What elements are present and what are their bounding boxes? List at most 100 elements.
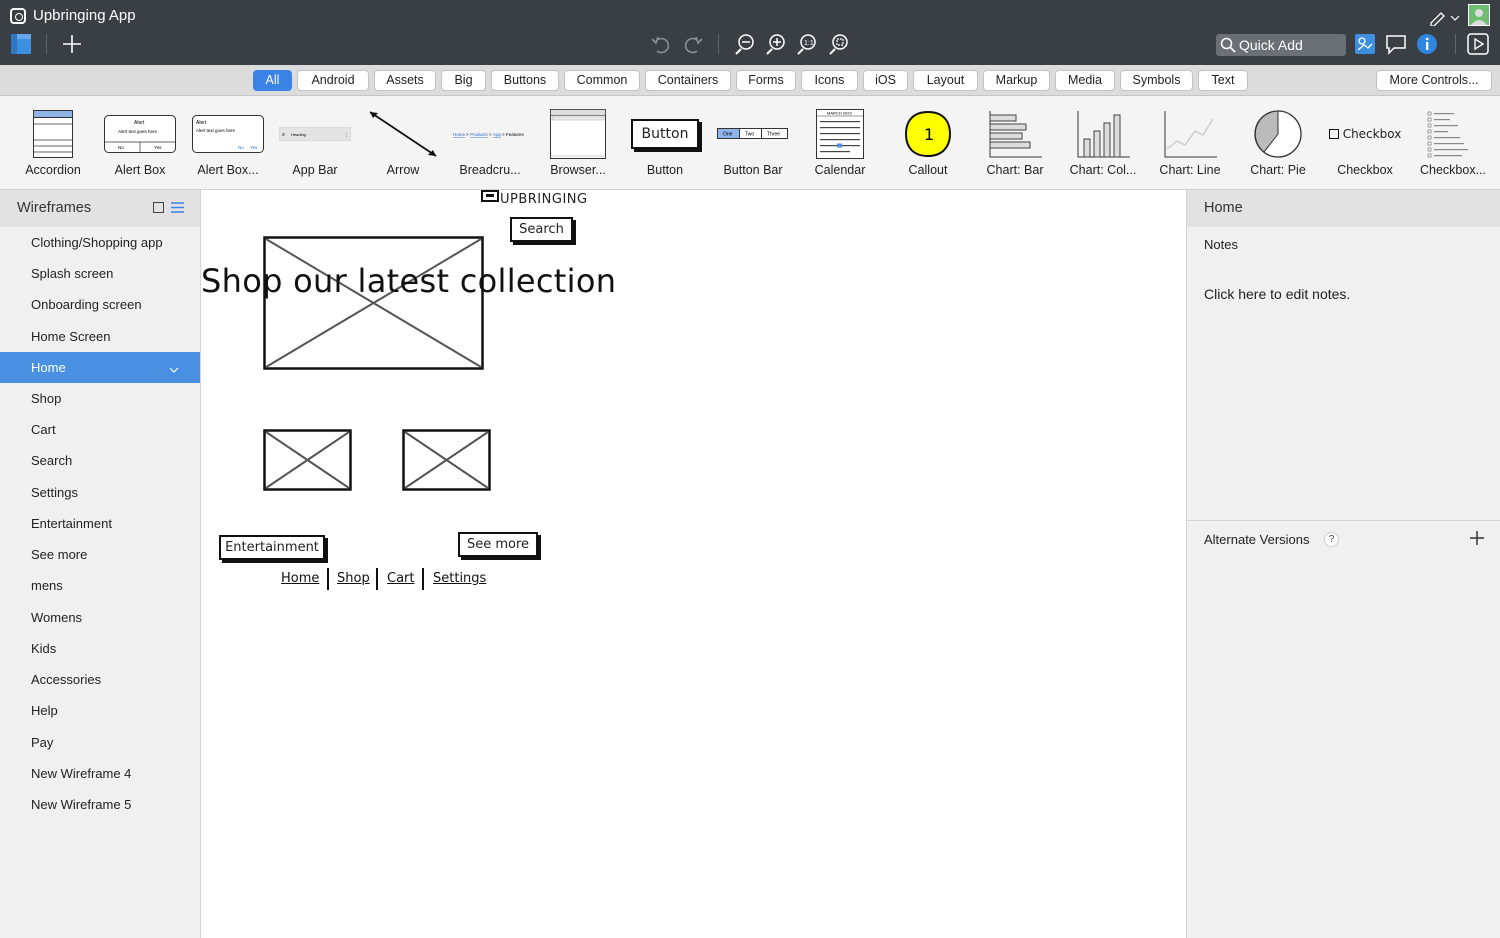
sidebar-item-home[interactable]: Home bbox=[0, 352, 200, 383]
hero-image-placeholder[interactable] bbox=[263, 236, 484, 370]
search-button[interactable]: Search bbox=[510, 217, 573, 242]
sidebar-item-mens[interactable]: mens bbox=[0, 570, 200, 601]
checkbox-thumb-text: Checkbox bbox=[1342, 127, 1402, 141]
sidebar-item-see-more[interactable]: See more bbox=[0, 539, 200, 570]
sidebar-item-search[interactable]: Search bbox=[0, 445, 200, 476]
panel-header: Home bbox=[1187, 190, 1500, 227]
library-item-button-bar[interactable]: One Two Three Button Bar bbox=[709, 96, 797, 190]
alert-thumb-yes: Yes bbox=[154, 145, 162, 150]
library-item-checkbox-group[interactable]: Checkbox... bbox=[1409, 96, 1497, 190]
callout-thumbnail: 1 bbox=[904, 110, 952, 158]
library-item-button[interactable]: Button Button bbox=[621, 96, 709, 190]
alternate-versions-label: Alternate Versions bbox=[1204, 532, 1310, 547]
image-placeholder-1[interactable] bbox=[263, 429, 352, 491]
zoom-actual-size-icon[interactable]: 1:1 bbox=[796, 33, 818, 55]
library-item-alert-box[interactable]: Alert Alert text goes here No Yes Alert … bbox=[96, 96, 184, 190]
sidebar-item-shop[interactable]: Shop bbox=[0, 383, 200, 414]
category-tab-markup[interactable]: Markup bbox=[983, 70, 1050, 91]
library-item-label: Checkbox bbox=[1337, 163, 1393, 177]
nav-link-cart[interactable]: Cart bbox=[387, 571, 415, 586]
redo-icon[interactable] bbox=[682, 33, 704, 55]
sidebar-title: Wireframes bbox=[17, 200, 92, 216]
undo-icon[interactable] bbox=[650, 33, 672, 55]
category-tab-ios[interactable]: iOS bbox=[863, 70, 908, 91]
add-icon[interactable] bbox=[62, 34, 82, 54]
sidebar-item-help[interactable]: Help bbox=[0, 695, 200, 726]
library-item-alert-box-alt[interactable]: Alert Alert text goes here No Yes Alert … bbox=[184, 96, 272, 190]
sidebar-item-splash-screen[interactable]: Splash screen bbox=[0, 258, 200, 289]
nav-link-settings[interactable]: Settings bbox=[433, 571, 486, 586]
library-item-app-bar[interactable]: ≡ Heading ⋮ App Bar bbox=[271, 96, 359, 190]
library-item-breadcrumbs[interactable]: Home > Products > App > Features Breadcr… bbox=[446, 96, 534, 190]
sidebar-item-kids[interactable]: Kids bbox=[0, 633, 200, 664]
notes-field[interactable]: Click here to edit notes. bbox=[1204, 286, 1350, 302]
sidebar-item-home-screen[interactable]: Home Screen bbox=[0, 321, 200, 352]
library-item-chart-column[interactable]: Chart: Col... bbox=[1059, 96, 1147, 190]
entertainment-button[interactable]: Entertainment bbox=[219, 535, 325, 560]
logo-text[interactable]: UPBRINGING bbox=[500, 192, 588, 207]
logo-icon[interactable] bbox=[481, 190, 499, 202]
sidebar-item-womens[interactable]: Womens bbox=[0, 602, 200, 633]
category-tab-all[interactable]: All bbox=[253, 70, 292, 91]
layout-panel-icon[interactable] bbox=[10, 33, 32, 55]
list-view-icon[interactable] bbox=[171, 202, 184, 213]
chevron-down-icon[interactable] bbox=[168, 360, 180, 374]
headline-text[interactable]: Shop our latest collection bbox=[201, 262, 616, 300]
help-icon[interactable]: ? bbox=[1324, 532, 1339, 547]
comment-icon[interactable] bbox=[1385, 33, 1407, 55]
category-tab-media[interactable]: Media bbox=[1055, 70, 1115, 91]
category-tab-text[interactable]: Text bbox=[1198, 70, 1248, 91]
user-avatar[interactable] bbox=[1468, 4, 1490, 26]
info-icon[interactable] bbox=[1416, 33, 1438, 55]
add-version-icon[interactable] bbox=[1469, 530, 1485, 546]
category-tab-assets[interactable]: Assets bbox=[374, 70, 436, 91]
library-item-chart-line[interactable]: Chart: Line bbox=[1146, 96, 1234, 190]
image-placeholder-2[interactable] bbox=[402, 429, 491, 491]
wireframe-canvas[interactable]: UPBRINGING Search Shop our latest collec… bbox=[201, 190, 1186, 938]
category-tab-icons[interactable]: Icons bbox=[801, 70, 858, 91]
sidebar-item-accessories[interactable]: Accessories bbox=[0, 664, 200, 695]
library-item-accordion[interactable]: Accordion bbox=[9, 96, 97, 190]
sidebar-item-new-wireframe-5[interactable]: New Wireframe 5 bbox=[0, 789, 200, 820]
category-tab-common[interactable]: Common bbox=[564, 70, 640, 91]
sidebar-item-new-wireframe-4[interactable]: New Wireframe 4 bbox=[0, 758, 200, 789]
category-tab-containers[interactable]: Containers bbox=[645, 70, 731, 91]
zoom-in-icon[interactable] bbox=[765, 33, 787, 55]
see-more-button[interactable]: See more bbox=[458, 532, 538, 557]
category-tab-buttons[interactable]: Buttons bbox=[491, 70, 559, 91]
zoom-out-icon[interactable] bbox=[734, 33, 756, 55]
breadcrumb-thumb-2: App bbox=[493, 132, 502, 137]
library-item-calendar[interactable]: MARCH 2023 Calendar bbox=[796, 96, 884, 190]
library-item-checkbox[interactable]: Checkbox Checkbox bbox=[1321, 96, 1409, 190]
sidebar-item-pay[interactable]: Pay bbox=[0, 727, 200, 758]
sidebar-item-clothing-shopping-app[interactable]: Clothing/Shopping app bbox=[0, 227, 200, 258]
edit-mode-icon[interactable] bbox=[1428, 8, 1460, 26]
category-tab-forms[interactable]: Forms bbox=[736, 70, 796, 91]
library-item-label: Chart: Pie bbox=[1250, 163, 1306, 177]
more-controls-button[interactable]: More Controls... bbox=[1376, 70, 1492, 91]
svg-text:>: > bbox=[502, 132, 505, 137]
ui-library-icon[interactable] bbox=[1354, 33, 1376, 55]
library-item-callout[interactable]: 1 Callout bbox=[884, 96, 972, 190]
thumbnail-view-icon[interactable] bbox=[153, 202, 164, 213]
library-item-label: Checkbox... bbox=[1419, 163, 1486, 177]
category-tab-big[interactable]: Big bbox=[441, 70, 486, 91]
category-tab-android[interactable]: Android bbox=[297, 70, 369, 91]
svg-text:>: > bbox=[489, 132, 492, 137]
nav-link-home[interactable]: Home bbox=[281, 571, 319, 586]
panel-title: Home bbox=[1204, 200, 1243, 216]
sidebar-item-onboarding-screen[interactable]: Onboarding screen bbox=[0, 289, 200, 320]
sidebar-item-cart[interactable]: Cart bbox=[0, 414, 200, 445]
library-item-chart-bar[interactable]: Chart: Bar bbox=[971, 96, 1059, 190]
library-item-chart-pie[interactable]: Chart: Pie bbox=[1234, 96, 1322, 190]
quick-add-input[interactable]: Quick Add bbox=[1216, 34, 1346, 56]
category-tab-layout[interactable]: Layout bbox=[913, 70, 978, 91]
presentation-play-icon[interactable] bbox=[1467, 33, 1489, 55]
library-item-browser-window[interactable]: Browser... bbox=[534, 96, 622, 190]
sidebar-item-settings[interactable]: Settings bbox=[0, 477, 200, 508]
nav-link-shop[interactable]: Shop bbox=[337, 571, 370, 586]
library-item-arrow[interactable]: Arrow bbox=[359, 96, 447, 190]
zoom-fit-icon[interactable] bbox=[828, 33, 850, 55]
category-tab-symbols[interactable]: Symbols bbox=[1120, 70, 1193, 91]
sidebar-item-entertainment[interactable]: Entertainment bbox=[0, 508, 200, 539]
